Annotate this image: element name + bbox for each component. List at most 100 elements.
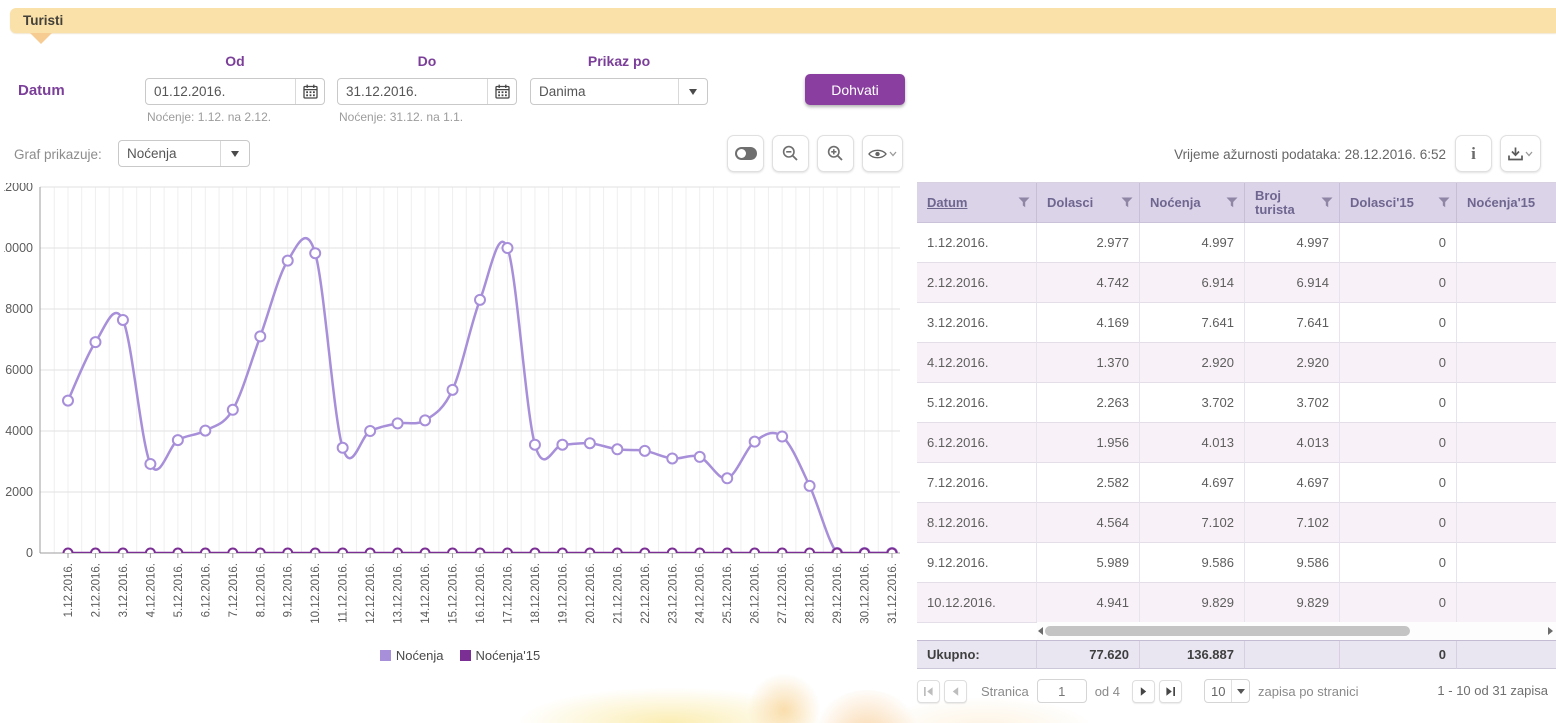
cell-value: 4.697 xyxy=(1140,463,1245,503)
table-row[interactable]: 9.12.2016.5.9899.5869.5860 xyxy=(917,543,1556,583)
tab-label: Turisti xyxy=(23,8,63,33)
date-to-input[interactable] xyxy=(338,84,487,99)
data-updated-text: Vrijeme ažurnosti podataka: 28.12.2016. … xyxy=(1174,147,1446,162)
cell-value: 4.742 xyxy=(1037,263,1140,303)
datum-label: Datum xyxy=(18,82,65,99)
prikaz-po-select[interactable]: Danima xyxy=(530,78,708,105)
legend-item[interactable]: Noćenja xyxy=(380,648,444,663)
cell-value: 4.013 xyxy=(1140,423,1245,463)
x-axis-tick-label: 14.12.2016. xyxy=(420,563,432,624)
column-header-Dolasci'15[interactable]: Dolasci'15 xyxy=(1340,183,1457,223)
chart-canvas[interactable]: 0200040006000800010000120001.12.2016.2.1… xyxy=(4,183,906,653)
cell-value: 6.914 xyxy=(1140,263,1245,303)
eye-icon xyxy=(868,148,887,160)
x-axis-tick-label: 15.12.2016. xyxy=(448,563,460,624)
prikaz-po-value: Danima xyxy=(531,84,678,99)
legend-swatch xyxy=(380,650,391,661)
x-axis-tick-label: 12.12.2016. xyxy=(365,563,377,624)
column-header-Broj turista[interactable]: Broj turista xyxy=(1245,183,1340,223)
column-header-Dolasci[interactable]: Dolasci xyxy=(1037,183,1140,223)
cell-value: 2.920 xyxy=(1140,343,1245,383)
cell-value: 3.702 xyxy=(1245,383,1340,423)
column-header-label: Dolasci xyxy=(1047,196,1093,210)
x-axis-tick-label: 13.12.2016. xyxy=(393,563,405,624)
y-axis-tick-label: 8000 xyxy=(5,302,33,316)
column-header-Datum[interactable]: Datum xyxy=(917,183,1037,223)
y-axis-tick-label: 10000 xyxy=(4,241,33,255)
table-body: 1.12.2016.2.9774.9974.99702.12.2016.4.74… xyxy=(917,223,1556,623)
x-axis-tick-label: 22.12.2016. xyxy=(640,563,652,624)
table-horizontal-scrollbar[interactable] xyxy=(1037,622,1556,640)
cell-value: 1.956 xyxy=(1037,423,1140,463)
first-page-icon xyxy=(923,686,934,697)
x-axis-tick-label: 10.12.2016. xyxy=(310,563,322,624)
first-page-button[interactable] xyxy=(917,680,940,703)
table-row[interactable]: 3.12.2016.4.1697.6417.6410 xyxy=(917,303,1556,343)
zoom-out-button[interactable] xyxy=(772,135,809,172)
cell-datum: 8.12.2016. xyxy=(917,503,1037,543)
zoom-in-button[interactable] xyxy=(817,135,854,172)
graf-prikazuje-select[interactable]: Noćenja xyxy=(118,140,250,167)
cell-value: 0 xyxy=(1340,423,1457,463)
cell-value: 4.941 xyxy=(1037,583,1140,623)
date-from-input[interactable] xyxy=(146,84,295,99)
cell-value: 2.263 xyxy=(1037,383,1140,423)
table-row[interactable]: 5.12.2016.2.2633.7023.7020 xyxy=(917,383,1556,423)
last-page-button[interactable] xyxy=(1159,680,1182,703)
column-header-Noćenja'15[interactable]: Noćenja'15 xyxy=(1457,183,1556,223)
prev-page-button[interactable] xyxy=(944,680,967,703)
filter-icon[interactable] xyxy=(1018,197,1030,208)
filter-icon[interactable] xyxy=(1226,197,1238,208)
cell-value xyxy=(1457,263,1556,303)
cell-value: 0 xyxy=(1340,583,1457,623)
filter-icon[interactable] xyxy=(1121,197,1133,208)
x-axis-tick-label: 21.12.2016. xyxy=(612,563,624,624)
table-row[interactable]: 1.12.2016.2.9774.9974.9970 xyxy=(917,223,1556,263)
y-axis-tick-label: 2000 xyxy=(5,485,33,499)
dohvati-button[interactable]: Dohvati xyxy=(805,74,905,105)
table-row[interactable]: 2.12.2016.4.7426.9146.9140 xyxy=(917,263,1556,303)
cell-value: 5.989 xyxy=(1037,543,1140,583)
page-size-select[interactable]: 10 xyxy=(1204,679,1250,703)
cell-value xyxy=(1457,343,1556,383)
cell-value xyxy=(1457,583,1556,623)
info-button[interactable]: i xyxy=(1455,135,1492,172)
cell-value: 7.102 xyxy=(1245,503,1340,543)
calendar-icon[interactable] xyxy=(487,79,516,104)
column-header-label: Noćenja'15 xyxy=(1467,196,1535,210)
date-to-hint: Noćenje: 31.12. na 1.1. xyxy=(339,110,463,124)
next-page-button[interactable] xyxy=(1132,680,1155,703)
nocenja-line-chart: 0200040006000800010000120001.12.2016.2.1… xyxy=(4,183,906,653)
filter-icon[interactable] xyxy=(1321,197,1333,208)
cell-value: 4.997 xyxy=(1140,223,1245,263)
table-row[interactable]: 6.12.2016.1.9564.0134.0130 xyxy=(917,423,1556,463)
scroll-right-icon[interactable] xyxy=(1548,627,1553,635)
column-header-label: Noćenja xyxy=(1150,196,1201,210)
x-axis-tick-label: 30.12.2016. xyxy=(860,563,872,624)
legend-item[interactable]: Noćenja'15 xyxy=(460,648,541,663)
download-button[interactable] xyxy=(1500,135,1541,172)
scrollbar-thumb[interactable] xyxy=(1045,626,1410,636)
filter-icon[interactable] xyxy=(1438,197,1450,208)
turisti-tab-bar[interactable]: Turisti xyxy=(10,8,1556,33)
chart-toggle-button[interactable] xyxy=(727,135,764,172)
chart-legend: Noćenja Noćenja'15 xyxy=(300,648,620,663)
page-number-input[interactable] xyxy=(1037,679,1087,703)
table-row[interactable]: 4.12.2016.1.3702.9202.9200 xyxy=(917,343,1556,383)
table-total-row: Ukupno:77.620136.8870 xyxy=(917,640,1556,669)
column-header-Noćenja[interactable]: Noćenja xyxy=(1140,183,1245,223)
calendar-icon[interactable] xyxy=(295,79,324,104)
cell-value: 2.977 xyxy=(1037,223,1140,263)
x-axis-tick-label: 3.12.2016. xyxy=(118,563,130,617)
x-axis-tick-label: 19.12.2016. xyxy=(557,563,569,624)
series-visibility-button[interactable] xyxy=(862,135,903,172)
x-axis-tick-label: 4.12.2016. xyxy=(145,563,157,617)
table-row[interactable]: 7.12.2016.2.5824.6974.6970 xyxy=(917,463,1556,503)
od-label: Od xyxy=(145,53,325,69)
cell-datum: 5.12.2016. xyxy=(917,383,1037,423)
cell-value: 7.641 xyxy=(1245,303,1340,343)
cell-value: 7.102 xyxy=(1140,503,1245,543)
scroll-left-icon[interactable] xyxy=(1038,627,1043,635)
table-row[interactable]: 10.12.2016.4.9419.8299.8290 xyxy=(917,583,1556,623)
table-row[interactable]: 8.12.2016.4.5647.1027.1020 xyxy=(917,503,1556,543)
